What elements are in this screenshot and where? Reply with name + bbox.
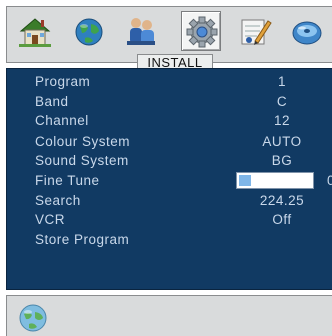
menu-row-vcr[interactable]: VCR Off [7, 210, 332, 230]
menu-item-value: Off [272, 212, 292, 227]
menu-item-value: C [276, 94, 288, 109]
menu-item-value: AUTO [262, 134, 302, 149]
source-menu-disc-icon[interactable] [287, 11, 327, 51]
menu-item-label: Colour System [35, 134, 131, 149]
fine-tune-level-fill [239, 175, 251, 186]
menu-row-program[interactable]: Program 1 [7, 72, 332, 92]
fine-tune-value: 0 [327, 173, 332, 188]
menu-item-label: Search [35, 193, 81, 208]
menu-item-label: Fine Tune [35, 173, 100, 188]
menu-item-label: Band [35, 94, 69, 109]
edit-menu-pencil-icon[interactable] [235, 11, 275, 51]
menu-row-store-program[interactable]: Store Program [7, 230, 332, 250]
menu-item-label: Program [35, 74, 91, 89]
menu-item-value: 1 [277, 74, 286, 89]
features-menu-people-icon[interactable] [121, 11, 161, 51]
menu-item-label: Store Program [35, 232, 130, 247]
menu-item-value: BG [271, 153, 293, 168]
menu-row-sound-system[interactable]: Sound System BG [7, 151, 332, 171]
picture-menu-house-icon[interactable] [15, 11, 55, 51]
menu-item-value: 224.25 [259, 193, 305, 208]
bottom-status-bar [6, 295, 332, 336]
menu-row-band[interactable]: Band C [7, 92, 332, 112]
menu-row-search[interactable]: Search 224.25 [7, 191, 332, 211]
menu-row-channel[interactable]: Channel 12 [7, 111, 332, 131]
menu-row-colour-system[interactable]: Colour System AUTO [7, 132, 332, 152]
install-menu-panel: Program 1 Band C Channel 12 Colour Syste… [6, 68, 332, 290]
navigation-globe-icon [17, 302, 49, 334]
menu-item-value: 12 [273, 113, 291, 128]
menu-item-label: VCR [35, 212, 66, 227]
fine-tune-slider[interactable] [236, 172, 314, 189]
menu-item-label: Sound System [35, 153, 129, 168]
sound-menu-globe-icon[interactable] [69, 11, 109, 51]
install-menu-gear-icon[interactable] [181, 11, 221, 51]
tv-osd-frame: INSTALL Program 1 Band C Channel 12 Colo… [0, 0, 332, 336]
menu-icon-bar: INSTALL [6, 6, 332, 70]
menu-item-label: Channel [35, 113, 89, 128]
